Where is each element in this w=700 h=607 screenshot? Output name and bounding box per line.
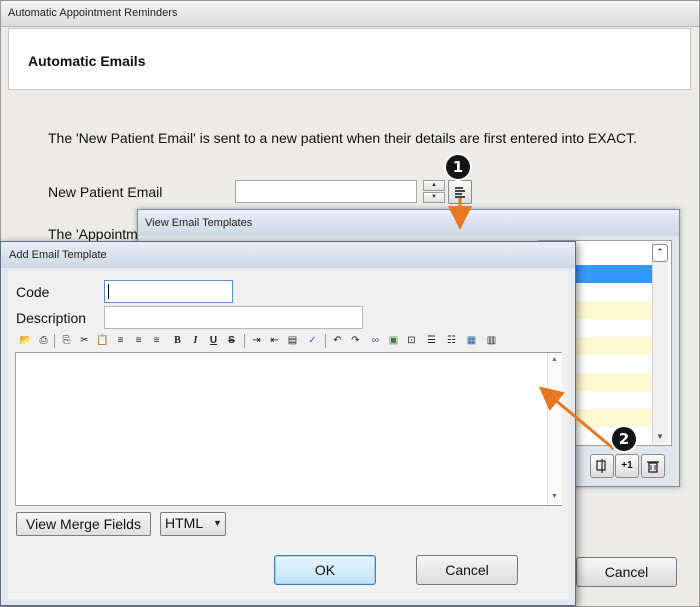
chevron-down-icon: ▼ [213, 518, 222, 528]
add-email-template-window: Add Email Template Code Description 📂 ⎙ … [0, 241, 576, 606]
align-center-icon[interactable]: ≡ [131, 333, 146, 348]
toolbar-separator [244, 334, 245, 348]
link-icon[interactable]: ∞ [368, 333, 383, 348]
align-left-icon[interactable]: ≡ [113, 333, 128, 348]
redo-icon[interactable]: ↷ [348, 333, 363, 348]
cut-icon[interactable]: ✂ [77, 333, 92, 348]
main-cancel-button[interactable]: Cancel [576, 557, 677, 587]
strikethrough-icon[interactable]: S [224, 333, 239, 348]
scroll-down-icon[interactable]: ▼ [656, 432, 664, 441]
view-templates-title: View Email Templates [138, 210, 679, 236]
add-template-form: Code Description 📂 ⎙ ⎘ ✂ 📋 ≡ ≡ ≡ B I U S… [8, 270, 569, 599]
spin-down-button[interactable]: ▼ [423, 192, 445, 203]
paste-icon[interactable]: 📋 [95, 333, 110, 348]
new-patient-email-field[interactable] [235, 180, 417, 203]
code-field[interactable] [104, 280, 233, 303]
scroll-down-icon[interactable]: ▼ [551, 493, 558, 500]
editor-scrollbar[interactable]: ▲ ▼ [547, 353, 562, 505]
scroll-up-icon[interactable]: ▲ [551, 356, 558, 363]
duplicate-template-button[interactable] [590, 454, 614, 478]
bold-icon[interactable]: B [170, 333, 185, 348]
editor-toolbar: 📂 ⎙ ⎘ ✂ 📋 ≡ ≡ ≡ B I U S ⇥ ⇤ ▤ ✓ ↶ ↷ ∞ ▣ … [16, 333, 536, 351]
cancel-button[interactable]: Cancel [416, 555, 518, 585]
numbered-list-icon[interactable]: ☰ [424, 333, 439, 348]
underline-icon[interactable]: U [206, 333, 221, 348]
align-right-icon[interactable]: ≡ [149, 333, 164, 348]
table-icon[interactable]: ▦ [464, 333, 479, 348]
callout-badge: 2 [612, 427, 636, 451]
new-patient-email-label: New Patient Email [48, 184, 163, 200]
view-merge-fields-button[interactable]: View Merge Fields [16, 512, 151, 536]
indent-icon[interactable]: ⇥ [249, 333, 264, 348]
toolbar-separator [325, 334, 326, 348]
ok-button[interactable]: OK [274, 555, 376, 585]
image-icon[interactable]: ▣ [386, 333, 401, 348]
italic-icon[interactable]: I [188, 333, 203, 348]
print-icon[interactable]: ⎙ [36, 333, 51, 348]
spell-check-icon[interactable]: ✓ [305, 333, 320, 348]
add-template-title: Add Email Template [1, 242, 575, 268]
format-painter-icon[interactable]: ▤ [285, 333, 300, 348]
html-source-icon[interactable]: ▥ [484, 333, 499, 348]
open-folder-icon[interactable]: 📂 [18, 333, 33, 348]
format-selected-value: HTML [165, 515, 204, 531]
outdent-icon[interactable]: ⇤ [267, 333, 282, 348]
trash-icon [647, 461, 659, 473]
new-patient-email-spinner[interactable]: ▲ ▼ [423, 180, 445, 203]
format-select[interactable]: HTML ▼ [160, 512, 226, 536]
callout-badge: 1 [446, 155, 470, 179]
scroll-up-icon[interactable]: ⌃ [652, 244, 668, 262]
spin-up-button[interactable]: ▲ [423, 180, 445, 191]
text-align-icon [455, 187, 465, 198]
code-label: Code [16, 284, 50, 300]
undo-icon[interactable]: ↶ [330, 333, 345, 348]
resize-icon[interactable]: ⊡ [404, 333, 419, 348]
toolbar-separator [54, 334, 55, 348]
appointment-email-description: The 'Appointm [48, 226, 138, 242]
templates-scrollbar[interactable] [652, 242, 668, 444]
page-title: Automatic Emails [28, 53, 146, 69]
bullet-list-icon[interactable]: ☷ [444, 333, 459, 348]
add-template-button[interactable]: +1 [615, 454, 639, 478]
new-patient-email-description: The 'New Patient Email' is sent to a new… [48, 130, 637, 146]
copy-icon[interactable]: ⎘ [59, 333, 74, 348]
duplicate-icon [596, 459, 606, 473]
description-label: Description [16, 310, 87, 326]
description-field[interactable] [104, 306, 363, 329]
main-header-panel: Automatic Emails [8, 28, 691, 90]
main-window-title: Automatic Appointment Reminders [1, 1, 699, 27]
delete-template-button[interactable] [641, 454, 665, 478]
browse-templates-button[interactable] [448, 180, 472, 204]
email-body-editor[interactable]: ▲ ▼ [15, 352, 562, 506]
text-caret [108, 284, 109, 299]
